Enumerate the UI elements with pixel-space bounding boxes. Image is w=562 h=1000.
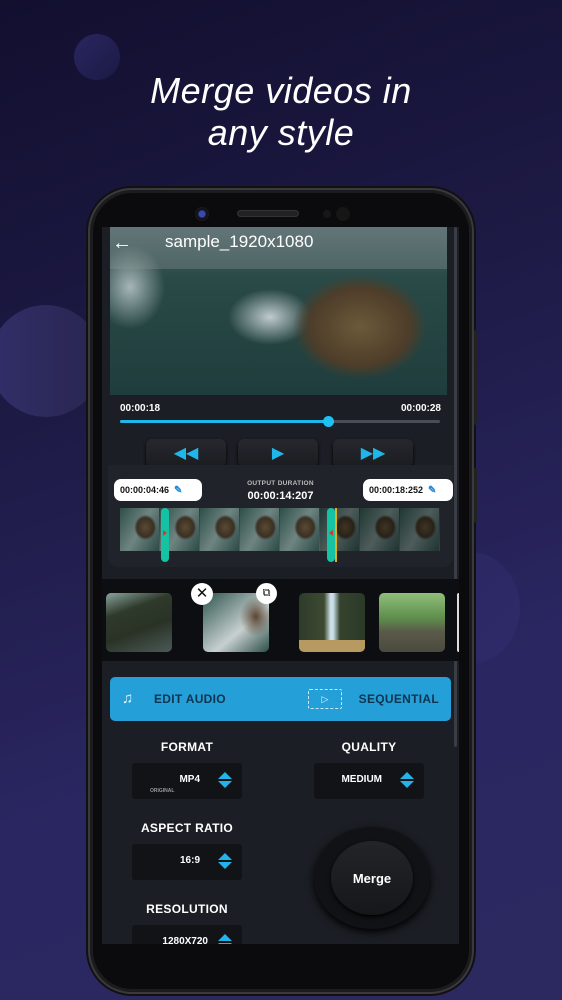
film-frame	[200, 508, 240, 551]
play-icon: ▶	[271, 445, 285, 462]
film-frame	[240, 508, 280, 551]
format-label: FORMAT	[160, 740, 214, 754]
resolution-value: 1280X720	[162, 936, 208, 944]
duplicate-clip-icon[interactable]: ⧉	[256, 583, 277, 604]
fast-forward-button[interactable]: ▶▶	[333, 439, 413, 467]
trim-end-value: 00:00:18:252	[369, 485, 424, 495]
sensor	[323, 210, 331, 218]
merge-button-ring: Merge	[314, 827, 430, 929]
up-down-arrows-icon	[218, 934, 232, 944]
quality-value: MEDIUM	[341, 774, 382, 785]
back-arrow-icon[interactable]: ←	[112, 233, 132, 253]
volume-button	[474, 330, 477, 425]
trim-start-handle[interactable]	[160, 508, 169, 562]
scrollbar[interactable]	[454, 227, 457, 747]
clip-thumbnail-selected[interactable]	[203, 593, 269, 652]
play-button[interactable]: ▶	[238, 439, 318, 467]
up-down-arrows-icon	[400, 772, 414, 790]
format-sub-label: ORIGINAL	[150, 788, 175, 794]
aspect-ratio-value: 16:9	[179, 855, 200, 866]
clip-list: ✕ ⧉	[102, 579, 459, 661]
film-frame	[120, 508, 160, 551]
sequential-video-icon[interactable]: ▷	[308, 689, 342, 709]
headline-line-2: any style	[207, 112, 355, 153]
up-down-arrows-icon	[218, 772, 232, 790]
seek-bar-fill	[120, 420, 328, 423]
trim-end-handle[interactable]	[327, 508, 338, 562]
decor-bubble	[0, 305, 102, 417]
trim-panel: 00:00:04:46 ✎ OUTPUT DURATION 00:00:14:2…	[108, 465, 453, 567]
seek-thumb[interactable]	[323, 416, 334, 427]
rewind-button[interactable]: ◀◀	[146, 439, 226, 467]
clip-thumbnail[interactable]	[106, 593, 172, 652]
trim-end-time[interactable]: 00:00:18:252 ✎	[363, 479, 453, 501]
current-time: 00:00:18	[120, 403, 161, 414]
phone-frame: ← sample_1920x1080 00:00:18 00:00:28 ◀◀ …	[88, 188, 477, 994]
sequential-button[interactable]: SEQUENTIAL	[359, 692, 439, 706]
headline: Merge videos in any style	[0, 70, 562, 154]
aspect-ratio-label: ASPECT RATIO	[140, 821, 234, 835]
clip-thumbnail[interactable]	[379, 593, 445, 652]
film-frame	[400, 508, 440, 551]
resolution-select[interactable]: 1280X720	[132, 925, 242, 944]
seek-bar[interactable]	[120, 416, 440, 427]
remove-clip-icon[interactable]: ✕	[191, 583, 213, 605]
edit-audio-button[interactable]: EDIT AUDIO	[154, 692, 226, 706]
sensor	[336, 207, 350, 221]
music-note-icon[interactable]: ♫	[122, 690, 140, 708]
video-title: sample_1920x1080	[165, 232, 314, 251]
video-preview[interactable]: ← sample_1920x1080	[110, 227, 447, 395]
format-value: MP4	[179, 774, 200, 785]
app-screen: ← sample_1920x1080 00:00:18 00:00:28 ◀◀ …	[102, 227, 459, 944]
fast-forward-icon: ▶▶	[360, 445, 386, 462]
action-bar: ♫ EDIT AUDIO ▷ SEQUENTIAL	[110, 677, 451, 721]
pencil-icon[interactable]: ✎	[428, 485, 436, 496]
front-camera	[195, 207, 209, 221]
earpiece-speaker	[237, 210, 299, 217]
power-button	[474, 468, 477, 523]
film-frame	[280, 508, 320, 551]
resolution-label: RESOLUTION	[146, 902, 228, 916]
quality-label: QUALITY	[341, 740, 397, 754]
film-frame	[320, 508, 360, 551]
clip-thumbnail[interactable]	[299, 593, 365, 652]
aspect-ratio-select[interactable]: 16:9	[132, 844, 242, 880]
format-select[interactable]: MP4 ORIGINAL	[132, 763, 242, 799]
quality-select[interactable]: MEDIUM	[314, 763, 424, 799]
clip-thumbnail-partial[interactable]	[457, 593, 459, 652]
total-time: 00:00:28	[400, 403, 441, 414]
film-frame	[360, 508, 400, 551]
headline-line-1: Merge videos in	[150, 70, 412, 111]
rewind-icon: ◀◀	[173, 445, 199, 462]
up-down-arrows-icon	[218, 853, 232, 871]
merge-button[interactable]: Merge	[331, 841, 413, 915]
